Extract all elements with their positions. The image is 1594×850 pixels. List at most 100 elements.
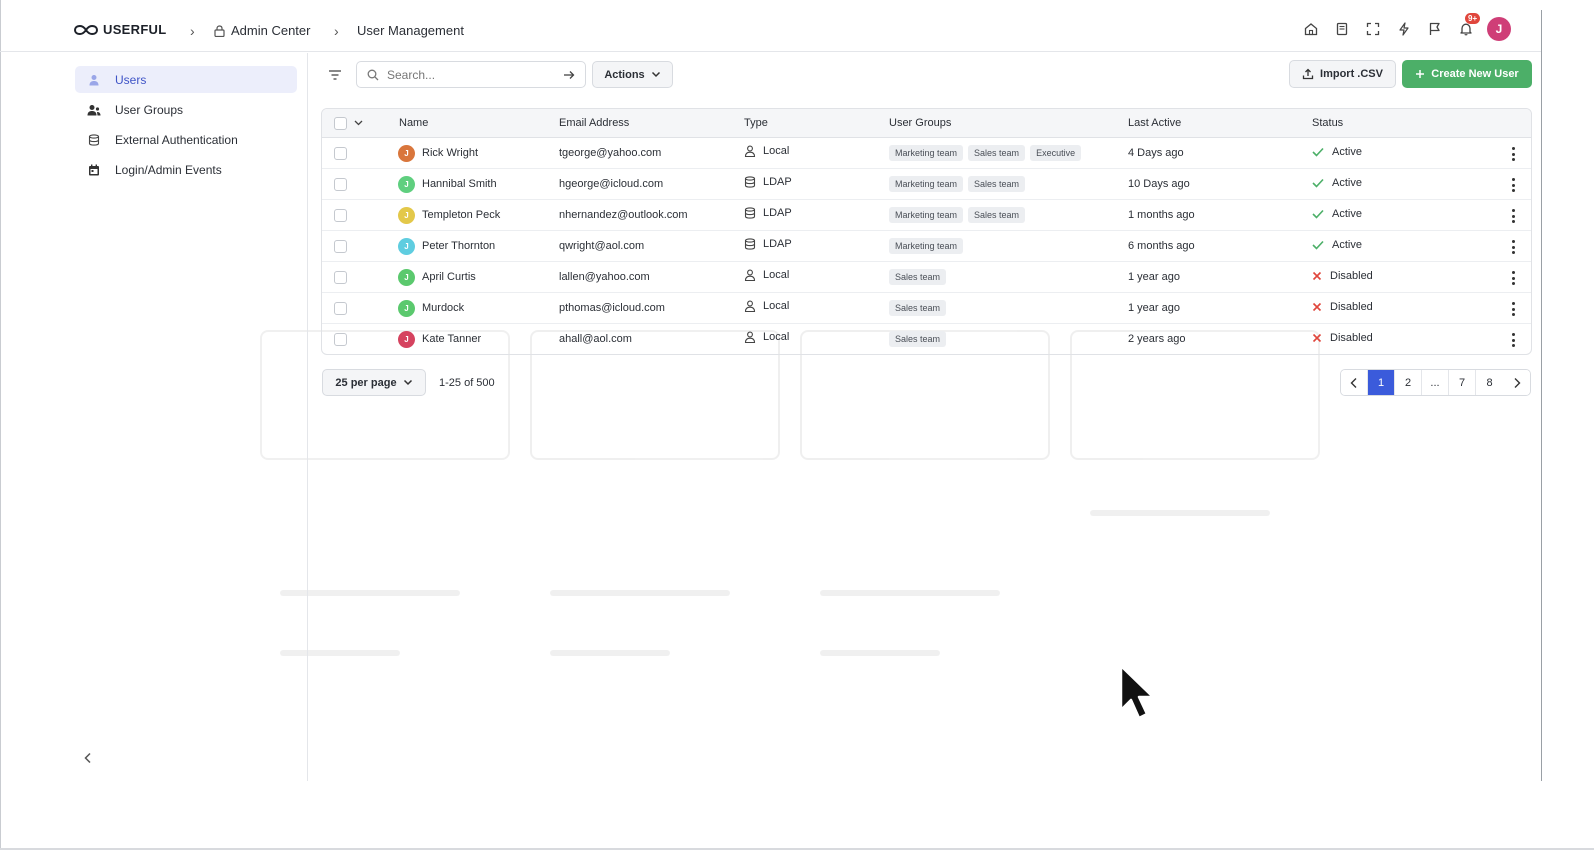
table-row[interactable]: J Templeton Peck nhernandez@outlook.com LDA…: [322, 200, 1531, 231]
more-options-icon[interactable]: [1510, 271, 1516, 285]
user-type-label: LDAP: [763, 207, 792, 219]
top-bar: USERFUL › Admin Center › User Management: [0, 10, 1541, 52]
arrow-right-icon[interactable]: [563, 70, 575, 80]
close-icon: [1312, 302, 1322, 312]
create-new-user-button[interactable]: Create New User: [1402, 60, 1532, 88]
sidebar-item-label: User Groups: [115, 102, 184, 117]
user-group-tag: Sales team: [889, 300, 947, 316]
user-name[interactable]: Rick Wright: [422, 147, 478, 159]
user-groups: Sales team: [889, 300, 947, 316]
page-button[interactable]: 8: [1476, 370, 1503, 395]
row-checkbox[interactable]: [334, 271, 347, 284]
sidebar-item-label: Users: [115, 72, 147, 87]
chevron-down-icon: [651, 71, 660, 78]
table-row[interactable]: J Peter Thornton qwright@aol.com LDAP Market…: [322, 231, 1531, 262]
row-checkbox[interactable]: [334, 209, 347, 222]
row-checkbox[interactable]: [334, 147, 347, 160]
more-options-icon[interactable]: [1510, 209, 1516, 223]
user-type: Local: [744, 269, 789, 281]
lightning-icon[interactable]: [1394, 19, 1414, 39]
home-icon[interactable]: [1301, 19, 1321, 39]
flag-icon[interactable]: [1425, 19, 1445, 39]
user-group-tag: Marketing team: [889, 238, 964, 254]
breadcrumb-separator-icon: ›: [190, 23, 195, 39]
search-input[interactable]: [387, 67, 555, 82]
check-icon: [1312, 209, 1324, 219]
next-page-chevron-right-icon[interactable]: [1503, 370, 1530, 395]
user-email: hgeorge@icloud.com: [559, 178, 664, 190]
breadcrumb-user-management: User Management: [357, 23, 464, 38]
user-name[interactable]: Kate Tanner: [422, 333, 481, 345]
user-name[interactable]: Peter Thornton: [422, 240, 495, 252]
user-name[interactable]: Templeton Peck: [422, 209, 500, 221]
select-all-checkbox[interactable]: [334, 117, 347, 130]
column-header-type[interactable]: Type: [744, 117, 768, 129]
status-label: Active: [1332, 177, 1362, 189]
status-badge: Disabled: [1312, 301, 1373, 313]
fullscreen-icon[interactable]: [1363, 19, 1383, 39]
last-active: 6 months ago: [1128, 240, 1195, 252]
chevron-down-icon[interactable]: [354, 120, 363, 126]
sidebar-item-users[interactable]: Users: [75, 66, 297, 93]
previous-page-chevron-left-icon[interactable]: [1341, 370, 1368, 395]
sidebar-item-external-authentication[interactable]: External Authentication: [75, 126, 297, 153]
check-icon: [1312, 147, 1324, 157]
sidebar-item-user-groups[interactable]: User Groups: [75, 96, 297, 123]
row-checkbox[interactable]: [334, 333, 347, 346]
column-header-name[interactable]: Name: [399, 117, 428, 129]
user-email: qwright@aol.com: [559, 240, 645, 252]
book-icon[interactable]: [1332, 19, 1352, 39]
page-button[interactable]: 1: [1368, 370, 1395, 395]
user-type: LDAP: [744, 207, 792, 219]
user-name[interactable]: Hannibal Smith: [422, 178, 497, 190]
page-button[interactable]: 7: [1449, 370, 1476, 395]
table-row[interactable]: J Rick Wright tgeorge@yahoo.com Local Market…: [322, 138, 1531, 169]
close-icon: [1312, 271, 1322, 281]
status-label: Active: [1332, 239, 1362, 251]
row-checkbox[interactable]: [334, 178, 347, 191]
notification-badge: 9+: [1465, 13, 1481, 24]
more-options-icon[interactable]: [1510, 178, 1516, 192]
bell-icon[interactable]: 9+: [1456, 13, 1481, 39]
search-field[interactable]: [356, 61, 586, 88]
more-options-icon[interactable]: [1510, 240, 1516, 254]
more-options-icon[interactable]: [1510, 302, 1516, 316]
user-avatar[interactable]: J: [1487, 17, 1511, 41]
column-header-status[interactable]: Status: [1312, 117, 1343, 129]
per-page-dropdown[interactable]: 25 per page: [322, 369, 426, 396]
user-name[interactable]: Murdock: [422, 302, 464, 314]
table-row[interactable]: J April Curtis lallen@yahoo.com Local Sales …: [322, 262, 1531, 293]
user-type-label: Local: [763, 269, 790, 281]
more-options-icon[interactable]: [1510, 147, 1516, 161]
row-checkbox[interactable]: [334, 240, 347, 253]
import-csv-button[interactable]: Import .CSV: [1289, 60, 1396, 88]
more-options-icon[interactable]: [1510, 333, 1516, 347]
window-border-right: [1541, 10, 1542, 781]
row-checkbox[interactable]: [334, 302, 347, 315]
user-groups: Marketing team: [889, 238, 964, 254]
table-row[interactable]: J Murdock pthomas@icloud.com Local Sales tea…: [322, 293, 1531, 324]
user-type: Local: [744, 145, 789, 157]
column-header-user-groups[interactable]: User Groups: [889, 117, 951, 129]
users-table: Name Email Address Type User Groups Last…: [321, 108, 1532, 355]
user-type-label: Local: [763, 331, 790, 343]
breadcrumb-admin-center[interactable]: Admin Center: [214, 23, 310, 38]
actions-dropdown[interactable]: Actions: [592, 61, 673, 88]
user-group-tag: Marketing team: [889, 145, 964, 161]
user-name[interactable]: April Curtis: [422, 271, 476, 283]
user-email: lallen@yahoo.com: [559, 271, 650, 283]
user-email: pthomas@icloud.com: [559, 302, 665, 314]
column-header-email[interactable]: Email Address: [559, 117, 629, 129]
mouse-cursor-icon: [1119, 664, 1155, 720]
page-button[interactable]: 2: [1395, 370, 1422, 395]
user-group-tag: Executive: [1030, 145, 1082, 161]
table-row[interactable]: J Hannibal Smith hgeorge@icloud.com LDAP Mar…: [322, 169, 1531, 200]
logo[interactable]: USERFUL: [74, 22, 167, 37]
search-icon: [367, 69, 379, 80]
user-groups: Marketing team Sales team: [889, 207, 1026, 223]
filter-icon[interactable]: [325, 67, 345, 83]
sidebar-item-login-admin-events[interactable]: Login/Admin Events: [75, 156, 297, 183]
table-row[interactable]: J Kate Tanner ahall@aol.com Local Sales team…: [322, 324, 1531, 354]
collapse-sidebar-chevron-left-icon[interactable]: [80, 750, 96, 766]
column-header-last-active[interactable]: Last Active: [1128, 117, 1181, 129]
